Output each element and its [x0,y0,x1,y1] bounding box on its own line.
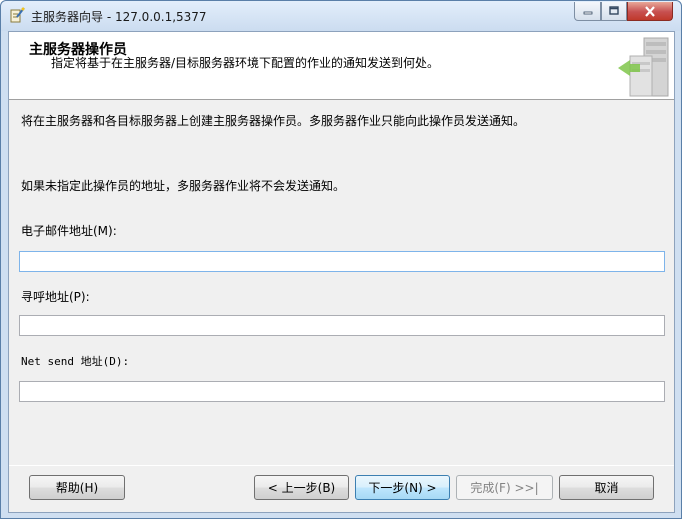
wizard-client-area: 主服务器操作员 指定将基于在主服务器/目标服务器环境下配置的作业的通知发送到何处… [8,31,675,513]
back-button[interactable]: < 上一步(B) [254,475,349,500]
minimize-button[interactable] [574,2,601,21]
server-icon [616,36,672,98]
email-field[interactable] [19,251,665,272]
description-text: 将在主服务器和各目标服务器上创建主服务器操作员。多服务器作业只能向此操作员发送通… [21,114,526,128]
wizard-window: 主服务器向导 - 127.0.0.1,5377 主服务器操作员 指定将基于在主服… [0,0,682,519]
next-button[interactable]: 下一步(N) > [355,475,450,500]
maximize-button[interactable] [601,2,627,21]
window-title: 主服务器向导 - 127.0.0.1,5377 [31,10,207,24]
finish-button[interactable]: 完成(F) >>| [456,475,553,500]
footer-divider [9,465,674,466]
note-text: 如果未指定此操作员的地址，多服务器作业将不会发送通知。 [21,179,346,193]
netsend-label: Net send 地址(D): [21,355,130,368]
wizard-icon [9,7,25,23]
minimize-icon [583,11,592,15]
maximize-icon [609,6,619,15]
email-label: 电子邮件地址(M): [21,224,117,238]
page-subtitle: 指定将基于在主服务器/目标服务器环境下配置的作业的通知发送到何处。 [51,56,440,70]
close-icon [645,5,655,17]
pager-label: 寻呼地址(P): [21,290,90,304]
close-button[interactable] [627,2,673,21]
netsend-field[interactable] [19,381,665,402]
title-bar[interactable]: 主服务器向导 - 127.0.0.1,5377 [1,1,681,31]
help-button[interactable]: 帮助(H) [29,475,125,500]
pager-field[interactable] [19,315,665,336]
cancel-button[interactable]: 取消 [559,475,654,500]
wizard-header: 主服务器操作员 指定将基于在主服务器/目标服务器环境下配置的作业的通知发送到何处… [9,32,674,100]
